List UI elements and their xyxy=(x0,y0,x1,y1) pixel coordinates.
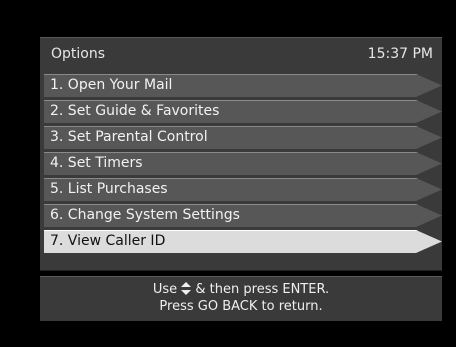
menu-item-system-settings[interactable]: 6. Change System Settings xyxy=(44,204,442,227)
menu-item-label: 2. Set Guide & Favorites xyxy=(50,103,220,119)
menu-item-guide-favorites[interactable]: 2. Set Guide & Favorites xyxy=(44,100,442,123)
tv-screen: Options 15:37 PM 1. Open Your Mail 2. Se… xyxy=(0,0,456,347)
menu-item-open-mail[interactable]: 1. Open Your Mail xyxy=(44,74,442,97)
clock-time: 15:37 PM xyxy=(367,46,433,62)
menu-item-label: 1. Open Your Mail xyxy=(50,77,173,93)
options-header: Options 15:37 PM xyxy=(40,38,442,70)
menu-item-label: 5. List Purchases xyxy=(50,181,168,197)
help-footer: Use & then press ENTER. Press GO BACK to… xyxy=(40,276,442,321)
menu-item-caller-id[interactable]: 7. View Caller ID xyxy=(44,230,442,253)
page-title: Options xyxy=(51,46,106,62)
help-use-text: Use xyxy=(152,282,178,297)
menu-item-label: 6. Change System Settings xyxy=(50,207,240,223)
options-menu: 1. Open Your Mail 2. Set Guide & Favorit… xyxy=(44,74,442,256)
up-down-arrows-icon xyxy=(181,282,192,295)
menu-item-set-timers[interactable]: 4. Set Timers xyxy=(44,152,442,175)
help-line-navigate: Use & then press ENTER. xyxy=(40,282,442,297)
options-panel: Options 15:37 PM 1. Open Your Mail 2. Se… xyxy=(40,37,442,271)
menu-item-parental-control[interactable]: 3. Set Parental Control xyxy=(44,126,442,149)
menu-item-label: 7. View Caller ID xyxy=(50,233,166,249)
menu-item-label: 3. Set Parental Control xyxy=(50,129,208,145)
help-enter-text: & then press ENTER. xyxy=(195,282,330,297)
menu-item-label: 4. Set Timers xyxy=(50,155,143,171)
help-line-back: Press GO BACK to return. xyxy=(159,299,323,314)
menu-item-list-purchases[interactable]: 5. List Purchases xyxy=(44,178,442,201)
